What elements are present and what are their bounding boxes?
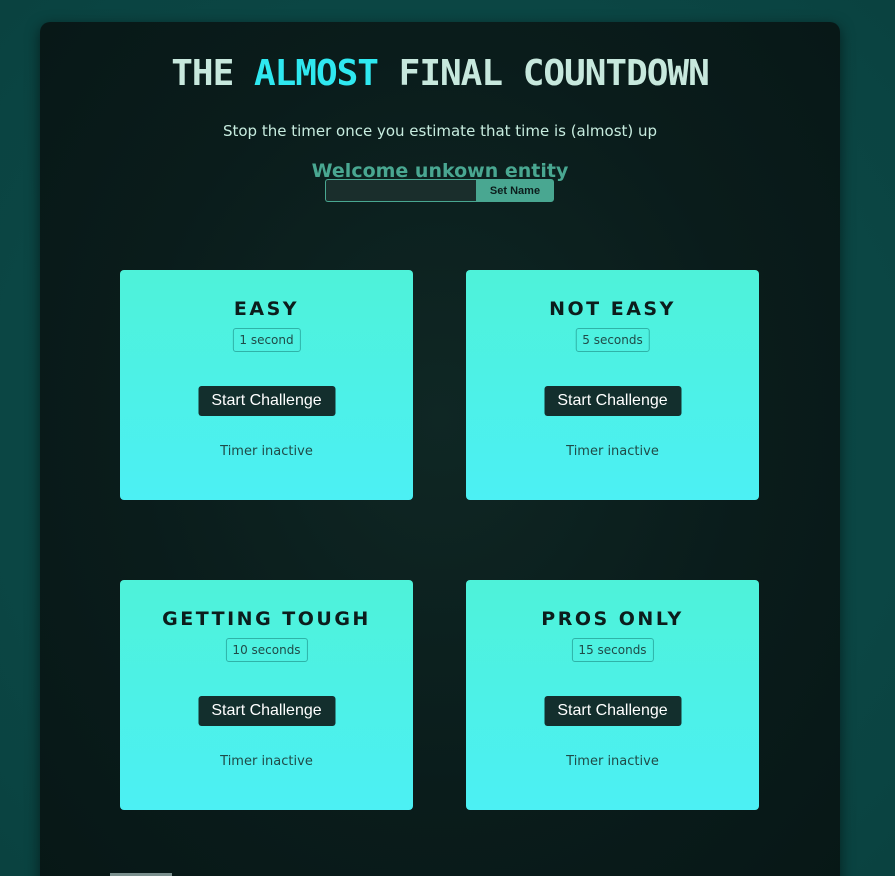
page-subtitle: Stop the timer once you estimate that ti… — [222, 122, 658, 140]
start-challenge-button[interactable]: Start Challenge — [198, 696, 335, 726]
challenge-duration: 10 seconds — [225, 638, 308, 662]
challenge-card-easy: EASY 1 second Start Challenge Timer inac… — [120, 270, 413, 500]
challenge-duration: 5 seconds — [575, 328, 650, 352]
challenge-title: GETTING TOUGH — [162, 608, 371, 630]
title-accent: ALMOST — [253, 53, 379, 94]
timer-status: Timer inactive — [220, 444, 313, 459]
timer-status: Timer inactive — [220, 754, 313, 769]
challenge-title: PROS ONLY — [541, 608, 684, 630]
page-title: THE ALMOST FINAL COUNTDOWN — [40, 54, 840, 94]
challenge-duration: 15 seconds — [571, 638, 654, 662]
start-challenge-button[interactable]: Start Challenge — [198, 386, 335, 416]
title-part-1: THE — [171, 53, 254, 94]
challenge-card-not-easy: NOT EASY 5 seconds Start Challenge Timer… — [466, 270, 759, 500]
set-name-button[interactable]: Set Name — [476, 179, 554, 202]
challenge-duration: 1 second — [232, 328, 301, 352]
timer-status: Timer inactive — [566, 444, 659, 459]
start-challenge-button[interactable]: Start Challenge — [544, 386, 681, 416]
title-part-2: FINAL COUNTDOWN — [377, 53, 710, 94]
name-form: Set Name — [325, 179, 554, 202]
challenge-title: EASY — [233, 298, 300, 320]
challenge-title: NOT EASY — [549, 298, 676, 320]
timer-status: Timer inactive — [566, 754, 659, 769]
challenge-card-getting-tough: GETTING TOUGH 10 seconds Start Challenge… — [120, 580, 413, 810]
challenge-card-pros-only: PROS ONLY 15 seconds Start Challenge Tim… — [466, 580, 759, 810]
app-container: THE ALMOST FINAL COUNTDOWN Stop the time… — [40, 22, 840, 876]
name-input[interactable] — [325, 179, 476, 202]
start-challenge-button[interactable]: Start Challenge — [544, 696, 681, 726]
